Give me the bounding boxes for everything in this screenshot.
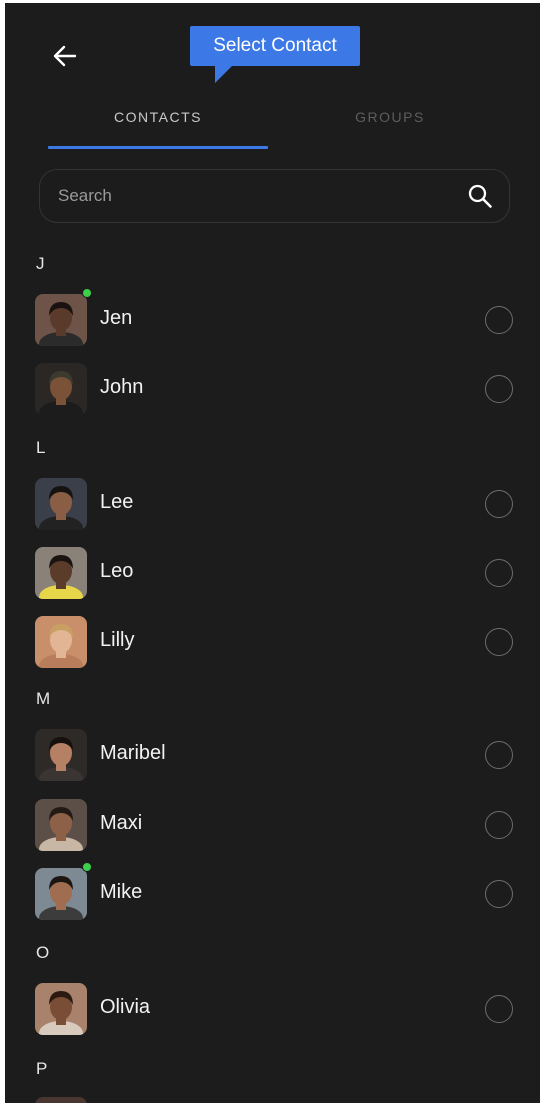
contact-row-mike[interactable]: Mike	[5, 862, 540, 926]
avatar	[35, 547, 87, 599]
select-radio-button[interactable]	[485, 995, 513, 1023]
select-radio-button[interactable]	[485, 490, 513, 518]
contact-row-lilly[interactable]: Lilly	[5, 612, 540, 674]
section-header-j: J	[36, 254, 45, 273]
avatar	[35, 868, 87, 920]
select-radio-button[interactable]	[485, 741, 513, 769]
arrow-left-icon	[53, 45, 77, 67]
contact-row-jen[interactable]: Jen	[5, 288, 540, 352]
section-header-l: L	[36, 438, 46, 457]
select-radio-button[interactable]	[485, 559, 513, 587]
avatar	[35, 1097, 87, 1103]
section-header-o: O	[36, 943, 50, 962]
contact-row-lee[interactable]: Lee	[5, 474, 540, 536]
contact-name: Lee	[100, 491, 134, 513]
contact-name: Leo	[100, 560, 134, 582]
contact-name: Mike	[100, 881, 143, 903]
search-icon[interactable]	[467, 183, 493, 209]
avatar	[35, 616, 87, 668]
active-tab-indicator	[48, 146, 268, 149]
avatar	[35, 799, 87, 851]
avatar	[35, 729, 87, 781]
online-status-dot	[82, 862, 92, 872]
online-status-dot	[82, 288, 92, 298]
section-header-p: P	[36, 1059, 48, 1078]
select-contact-tooltip: Select Contact	[190, 26, 360, 66]
avatar	[35, 294, 87, 346]
contact-name: Maxi	[100, 812, 143, 834]
back-button[interactable]	[47, 40, 83, 72]
avatar	[35, 983, 87, 1035]
select-radio-button[interactable]	[485, 375, 513, 403]
tab-contacts[interactable]: CONTACTS	[48, 109, 268, 139]
search-bar	[39, 169, 510, 223]
contact-row-olivia[interactable]: Olivia	[5, 979, 540, 1041]
contact-row-john[interactable]: John	[5, 359, 540, 421]
select-contact-screen: Select Contact CONTACTS GROUPS J Jen Joh…	[5, 3, 540, 1103]
select-radio-button[interactable]	[485, 628, 513, 656]
select-radio-button[interactable]	[485, 880, 513, 908]
search-input[interactable]	[58, 170, 448, 222]
contact-row-maxi[interactable]: Maxi	[5, 795, 540, 857]
contact-name: Olivia	[100, 996, 151, 1018]
contact-row-maribel[interactable]: Maribel	[5, 725, 540, 787]
tab-groups[interactable]: GROUPS	[280, 109, 500, 139]
section-header-m: M	[36, 689, 51, 708]
tooltip-tail	[215, 65, 233, 83]
contact-name: Lilly	[100, 629, 135, 651]
contact-name: Maribel	[100, 742, 166, 764]
avatar	[35, 363, 87, 415]
select-radio-button[interactable]	[485, 306, 513, 334]
contact-row-leo[interactable]: Leo	[5, 543, 540, 605]
contact-name: John	[100, 376, 144, 398]
avatar	[35, 478, 87, 530]
select-radio-button[interactable]	[485, 811, 513, 839]
contact-name: Jen	[100, 307, 133, 329]
